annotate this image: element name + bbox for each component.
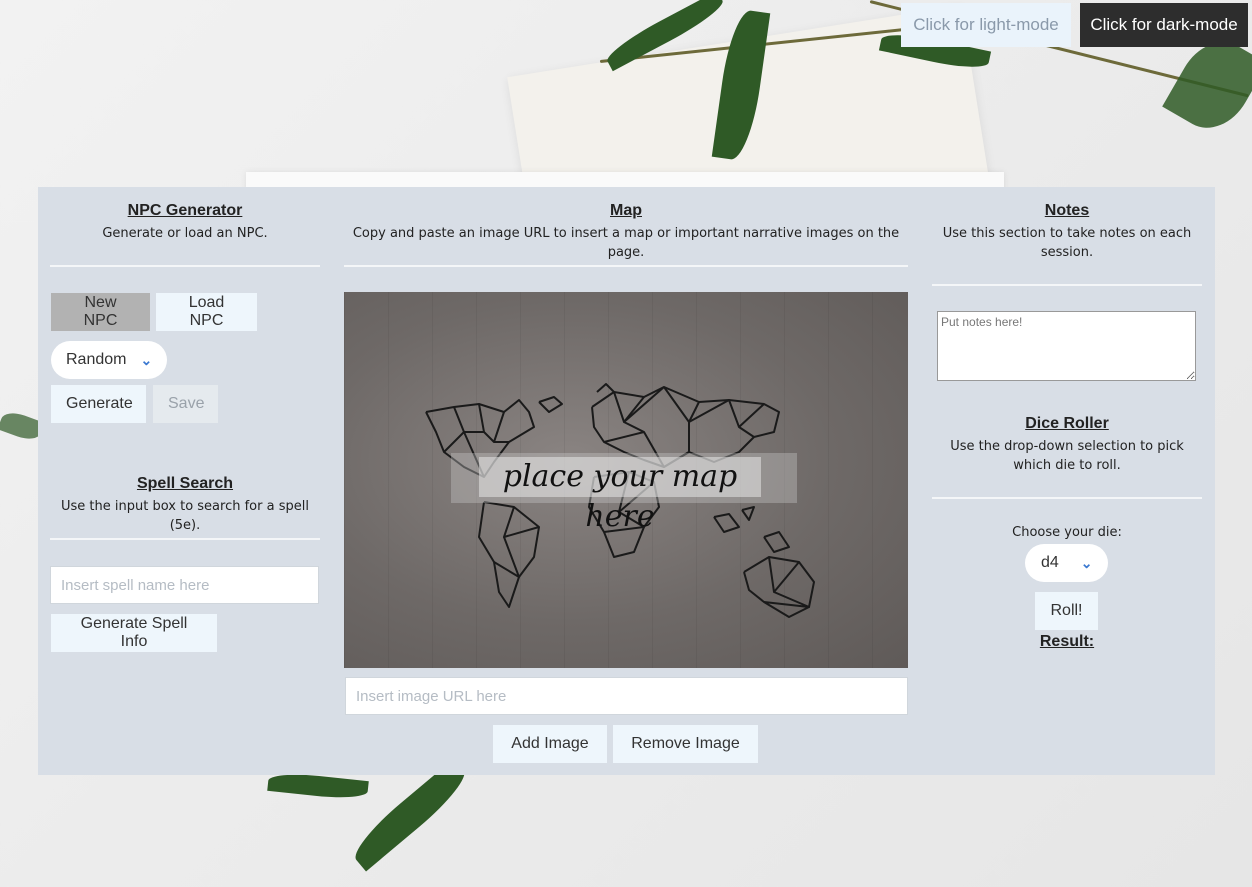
- generate-npc-button[interactable]: Generate: [51, 385, 146, 423]
- npc-type-value: Random: [66, 351, 127, 368]
- map-placeholder-text: place your map here: [479, 457, 761, 534]
- map-title: Map: [610, 202, 642, 219]
- notes-title: Notes: [1044, 202, 1090, 219]
- npc-title: NPC Generator: [127, 202, 243, 219]
- spell-description: Use the input box to search for a spell …: [61, 499, 309, 533]
- npc-divider: [50, 265, 320, 267]
- result-label: Result:: [1039, 633, 1095, 650]
- new-npc-button[interactable]: New NPC: [51, 293, 150, 331]
- npc-description: Generate or load an NPC.: [102, 226, 268, 241]
- dark-mode-button[interactable]: Click for dark-mode: [1080, 3, 1248, 47]
- chevron-down-icon: ⌄: [1080, 554, 1093, 571]
- choose-die-label: Choose your die:: [1012, 525, 1122, 540]
- notes-textarea[interactable]: [937, 311, 1196, 381]
- spell-search-input[interactable]: [50, 566, 319, 604]
- npc-type-select[interactable]: Random ⌄: [51, 341, 167, 379]
- save-npc-button[interactable]: Save: [153, 385, 218, 423]
- spell-title: Spell Search: [136, 475, 234, 492]
- map-description: Copy and paste an image URL to insert a …: [352, 226, 900, 260]
- dice-description: Use the drop-down selection to pick whic…: [950, 439, 1184, 473]
- notes-description: Use this section to take notes on each s…: [942, 226, 1192, 260]
- dice-divider: [932, 497, 1202, 499]
- notes-divider: [932, 284, 1202, 286]
- load-npc-button[interactable]: Load NPC: [156, 293, 257, 331]
- die-select[interactable]: d4 ⌄: [1025, 544, 1108, 582]
- die-value: d4: [1041, 554, 1059, 571]
- map-divider: [344, 265, 908, 267]
- light-mode-button[interactable]: Click for light-mode: [901, 3, 1071, 47]
- remove-image-button[interactable]: Remove Image: [613, 725, 758, 763]
- spell-divider: [50, 538, 320, 540]
- map-image: place your map here: [344, 292, 908, 668]
- generate-spell-info-button[interactable]: Generate Spell Info: [51, 614, 217, 652]
- chevron-down-icon: ⌄: [140, 351, 153, 368]
- background-leaf: [346, 758, 474, 872]
- add-image-button[interactable]: Add Image: [493, 725, 607, 763]
- dice-title: Dice Roller: [1025, 415, 1109, 432]
- main-panel: NPC Generator Generate or load an NPC. N…: [38, 187, 1215, 775]
- image-url-input[interactable]: [345, 677, 908, 715]
- roll-button[interactable]: Roll!: [1035, 592, 1098, 630]
- background-leaf: [267, 770, 369, 802]
